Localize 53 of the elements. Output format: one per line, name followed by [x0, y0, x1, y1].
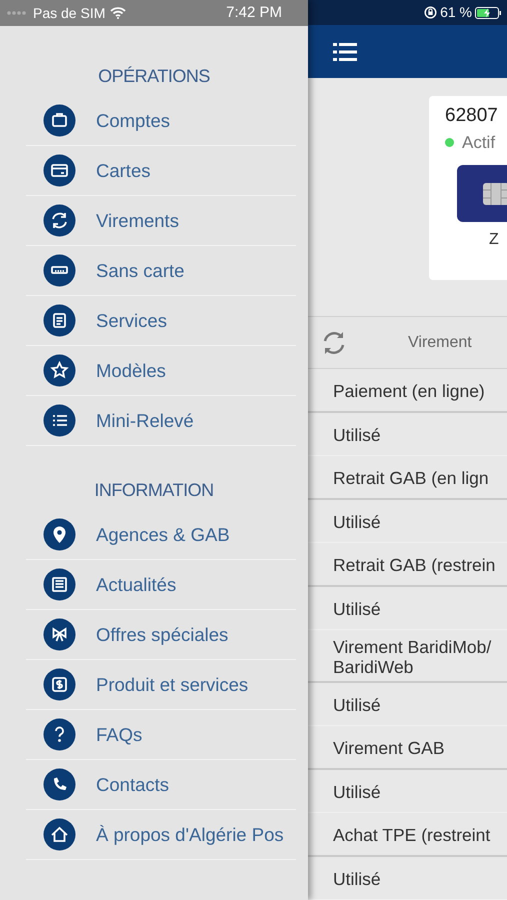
house-icon — [43, 818, 76, 851]
menu-item[interactable]: FAQs — [26, 710, 296, 760]
briefcase-icon — [43, 104, 76, 137]
limit-label: Virement GAB — [333, 737, 446, 760]
signal-icon — [6, 10, 28, 16]
menu-item[interactable]: Services — [26, 296, 296, 346]
limit-label: Retrait GAB (en lign — [333, 467, 490, 490]
card-status: Actif — [462, 132, 496, 154]
menu-item[interactable]: Sans carte — [26, 246, 296, 296]
limit-status: Utilisé — [333, 424, 382, 447]
menu-item[interactable]: Cartes — [26, 146, 296, 196]
menu-item[interactable]: Actualités — [26, 560, 296, 610]
limit-status: Utilisé — [333, 781, 382, 804]
list-icon — [43, 404, 76, 437]
newspaper-icon — [43, 568, 76, 601]
menu-item[interactable]: Offres spéciales — [26, 610, 296, 660]
card-number: 62807 — [445, 104, 499, 128]
battery-icon — [475, 6, 502, 19]
battery-percent: 61 % — [440, 3, 472, 22]
limit-label: Achat TPE (restreint — [333, 824, 492, 847]
ribbon-icon — [43, 618, 76, 651]
money-icon — [43, 668, 76, 701]
question-icon — [43, 718, 76, 751]
credit-card-icon — [43, 154, 76, 187]
wifi-icon — [110, 7, 126, 19]
tab[interactable]: Virement — [408, 330, 472, 355]
menu-item[interactable]: Comptes — [26, 96, 296, 146]
menu-item[interactable]: Contacts — [26, 760, 296, 810]
atm-icon — [43, 254, 76, 287]
status-time: 7:42 PM — [226, 2, 282, 23]
limit-label: Paiement (en ligne) — [333, 380, 486, 403]
menu-item[interactable]: Virements — [26, 196, 296, 246]
limit-status: Utilisé — [333, 694, 382, 717]
location-pin-icon — [43, 518, 76, 551]
limit-status: Utilisé — [333, 598, 382, 621]
menu-icon[interactable] — [333, 42, 357, 62]
section-heading: OPÉRATIONS — [97, 65, 211, 88]
cardholder-name: Z — [489, 230, 500, 250]
limit-status: Utilisé — [333, 511, 382, 534]
limit-status: Utilisé — [333, 868, 382, 891]
limit-label: Retrait GAB (restrein — [333, 554, 496, 577]
limit-label: Virement BaridiMob/ BaridiWeb — [333, 636, 492, 679]
rotation-lock-icon — [424, 6, 438, 20]
phone-icon — [43, 768, 76, 801]
menu-item[interactable]: Agences & GAB — [26, 510, 296, 560]
menu-item[interactable]: Modèles — [26, 346, 296, 396]
carrier-name: Pas de SIM — [33, 4, 106, 22]
document-icon — [43, 304, 76, 337]
menu-item[interactable]: À propos d'Algérie Pos — [26, 810, 296, 860]
menu-item[interactable]: Produit et services — [26, 660, 296, 710]
refresh-icon — [43, 204, 76, 237]
section-heading: INFORMATION — [93, 479, 215, 502]
menu-item[interactable]: Mini-Relevé — [26, 396, 296, 446]
